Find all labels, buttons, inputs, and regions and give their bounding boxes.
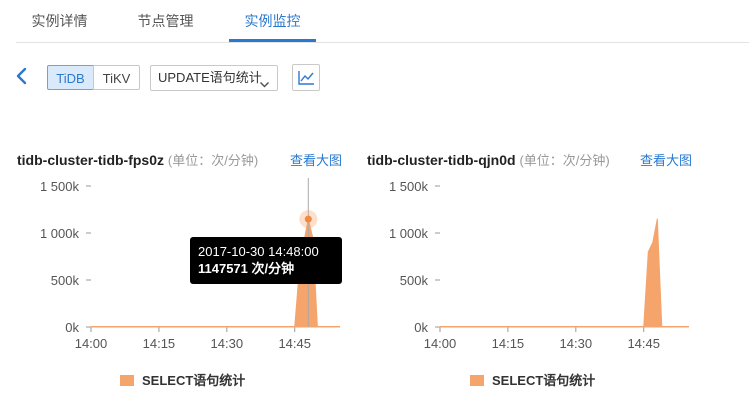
tab-instance-details[interactable]: 实例详情 — [16, 0, 103, 41]
chevron-down-icon — [259, 73, 270, 88]
x-tick-label: 14:00 — [424, 336, 457, 351]
chart-title-qjn0d: tidb-cluster-tidb-qjn0d (单位：次/分钟) — [367, 150, 610, 169]
chart-title-fps0z: tidb-cluster-tidb-fps0z (单位：次/分钟) — [17, 150, 258, 169]
x-tick-label: 14:00 — [75, 336, 108, 351]
x-tick-label: 14:15 — [143, 336, 176, 351]
line-chart-icon[interactable] — [292, 64, 320, 91]
chart-qjn0d: 0k 500k 1 000k 1 500k 14:00 14:15 14:30 14:45 — [389, 179, 689, 351]
active-tab-indicator — [229, 39, 316, 42]
tab-node-management[interactable]: 节点管理 — [122, 0, 209, 41]
chart-unit: (单位：次/分钟) — [519, 153, 610, 168]
y-tick-label: 1 500k — [40, 179, 80, 194]
x-tick-label: 14:45 — [627, 336, 660, 351]
chart-tooltip: 2017-10-30 14:48:00 1147571 次/分钟 — [190, 237, 342, 284]
y-tick-label: 0k — [65, 320, 79, 335]
y-tick-label: 500k — [51, 273, 80, 288]
metric-select-value: UPDATE语句统计 — [158, 70, 262, 85]
y-tick-label: 1 500k — [389, 179, 429, 194]
tooltip-time: 2017-10-30 14:48:00 — [198, 244, 319, 259]
chart-title-text: tidb-cluster-tidb-qjn0d — [367, 152, 516, 168]
tab-instance-monitoring[interactable]: 实例监控 — [229, 0, 316, 41]
legend-item-select[interactable]: SELECT语句统计 — [120, 370, 245, 389]
legend-label: SELECT语句统计 — [142, 373, 246, 388]
segment-tikv-button[interactable]: TiKV — [93, 65, 140, 90]
segment-tidb-button[interactable]: TiDB — [47, 65, 94, 90]
view-large-chart-link[interactable]: 查看大图 — [640, 150, 692, 169]
chevron-left-icon[interactable] — [14, 66, 30, 86]
series-area-select — [439, 218, 672, 328]
chart-unit: (单位：次/分钟) — [167, 153, 259, 168]
x-tick-label: 14:45 — [278, 336, 311, 351]
highlight-point — [304, 215, 312, 223]
legend-swatch — [470, 375, 484, 386]
y-tick-label: 1 000k — [40, 226, 80, 241]
legend-swatch — [120, 375, 134, 386]
legend-label: SELECT语句统计 — [492, 373, 596, 388]
metric-select[interactable]: UPDATE语句统计 — [150, 65, 278, 91]
x-tick-label: 14:15 — [492, 336, 525, 351]
x-tick-label: 14:30 — [211, 336, 244, 351]
y-tick-label: 500k — [400, 273, 429, 288]
x-tick-label: 14:30 — [560, 336, 593, 351]
chart-title-text: tidb-cluster-tidb-fps0z — [17, 152, 164, 168]
tooltip-value: 1147571 次/分钟 — [198, 261, 295, 276]
legend-item-select[interactable]: SELECT语句统计 — [470, 370, 595, 389]
y-tick-label: 1 000k — [389, 226, 429, 241]
y-tick-label: 0k — [414, 320, 428, 335]
tab-bar: 实例详情 节点管理 实例监控 — [16, 0, 749, 43]
view-large-chart-link[interactable]: 查看大图 — [290, 150, 342, 169]
